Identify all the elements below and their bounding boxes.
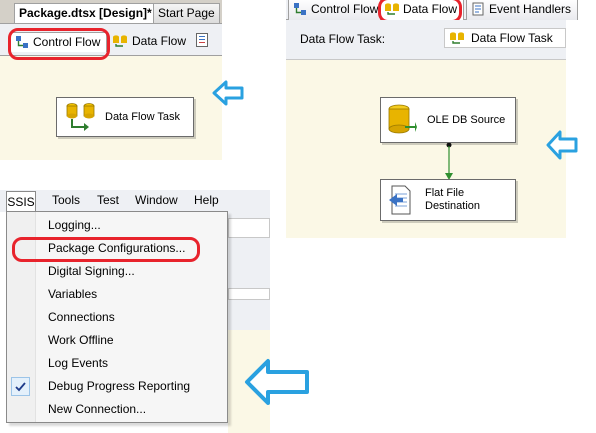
menu-item-debug-progress-reporting[interactable]: Debug Progress Reporting [7, 375, 227, 398]
menu-test[interactable]: Test [97, 190, 119, 210]
task-selector-dropdown[interactable]: Data Flow Task [444, 28, 566, 48]
task-selector-label: Data Flow Task: [300, 32, 386, 46]
tab-event-handlers-label: Event Handlers [489, 2, 572, 16]
menu-item-logging[interactable]: Logging... [7, 214, 227, 237]
data-flow-tab-icon [112, 34, 128, 48]
menu-window[interactable]: Window [135, 190, 178, 210]
data-flow-tab-icon-2 [384, 2, 400, 16]
arrow-left-icon-2 [546, 130, 578, 160]
toolbox-icon[interactable] [196, 33, 208, 47]
tab-package-design[interactable]: Package.dtsx [Design]* [14, 3, 157, 23]
tab-data-flow-label: Data Flow [132, 34, 187, 48]
menu-item-variables[interactable]: Variables [7, 283, 227, 306]
flat-file-destination-icon [389, 185, 413, 215]
ssis-menu-panel: SSIS Tools Test Window Help Logging... P… [0, 190, 270, 433]
arrow-left-icon-3 [244, 358, 310, 406]
ole-db-source-icon [387, 104, 417, 136]
menu-item-logging-label: Logging... [48, 218, 101, 232]
tab-event-handlers[interactable]: Event Handlers [466, 0, 579, 20]
menu-tools[interactable]: Tools [52, 190, 80, 210]
menu-item-log-events[interactable]: Log Events [7, 352, 227, 375]
event-handlers-tab-icon [472, 2, 484, 16]
menu-item-log-events-label: Log Events [48, 356, 109, 370]
arrow-left-icon [212, 80, 244, 106]
data-flow-panel: Control Flow Data Flow Event Handlers Da… [286, 0, 579, 238]
ssis-dropdown-menu: Logging... Package Configurations... Dig… [6, 211, 228, 423]
data-flow-task-box[interactable]: Data Flow Task [56, 97, 194, 137]
menu-item-variables-label: Variables [48, 287, 98, 301]
tab-data-flow-2[interactable]: Data Flow [380, 0, 465, 20]
tab-control-flow-label: Control Flow [33, 35, 101, 49]
menu-item-work-offline-label: Work Offline [48, 333, 114, 347]
tab-control-flow-2[interactable]: Control Flow [288, 0, 386, 20]
menu-item-package-configurations-label: Package Configurations... [48, 241, 186, 255]
flat-file-destination-box[interactable]: Flat File Destination [380, 179, 516, 221]
ide-field-2 [228, 288, 270, 300]
control-flow-tab-icon [15, 35, 29, 49]
menu-item-new-connection-label: New Connection... [48, 402, 147, 416]
task-selector-value: Data Flow Task [471, 31, 553, 45]
menu-item-debug-progress-reporting-label: Debug Progress Reporting [48, 379, 191, 393]
control-flow-panel: Package.dtsx [Design]* Start Page Contro… [0, 0, 222, 160]
check-icon [11, 377, 30, 396]
tab-control-flow[interactable]: Control Flow [10, 32, 108, 52]
menu-item-digital-signing-label: Digital Signing... [48, 264, 135, 278]
tab-control-flow-2-label: Control Flow [311, 2, 379, 16]
menu-item-digital-signing[interactable]: Digital Signing... [7, 260, 227, 283]
menu-item-connections-label: Connections [48, 310, 115, 324]
ole-db-source-label: OLE DB Source [427, 113, 506, 126]
data-flow-path[interactable] [444, 143, 454, 181]
menu-item-new-connection[interactable]: New Connection... [7, 398, 227, 421]
tab-data-flow[interactable]: Data Flow [110, 32, 192, 52]
menu-item-work-offline[interactable]: Work Offline [7, 329, 227, 352]
data-flow-task-label: Data Flow Task [105, 110, 180, 123]
menu-help[interactable]: Help [194, 190, 219, 210]
ole-db-source-box[interactable]: OLE DB Source [380, 97, 516, 143]
flat-file-destination-label: Flat File Destination [425, 187, 481, 212]
menu-item-connections[interactable]: Connections [7, 306, 227, 329]
tab-start-page[interactable]: Start Page [153, 3, 220, 23]
menubar: SSIS Tools Test Window Help [0, 190, 270, 212]
menu-ssis[interactable]: SSIS [6, 191, 36, 211]
ide-field-1 [228, 218, 270, 238]
task-selector-icon [449, 31, 465, 45]
menu-item-package-configurations[interactable]: Package Configurations... [7, 237, 227, 260]
data-flow-task-icon [65, 102, 97, 132]
tab-data-flow-2-label: Data Flow [403, 2, 458, 16]
control-flow-tab-icon-2 [293, 2, 307, 16]
